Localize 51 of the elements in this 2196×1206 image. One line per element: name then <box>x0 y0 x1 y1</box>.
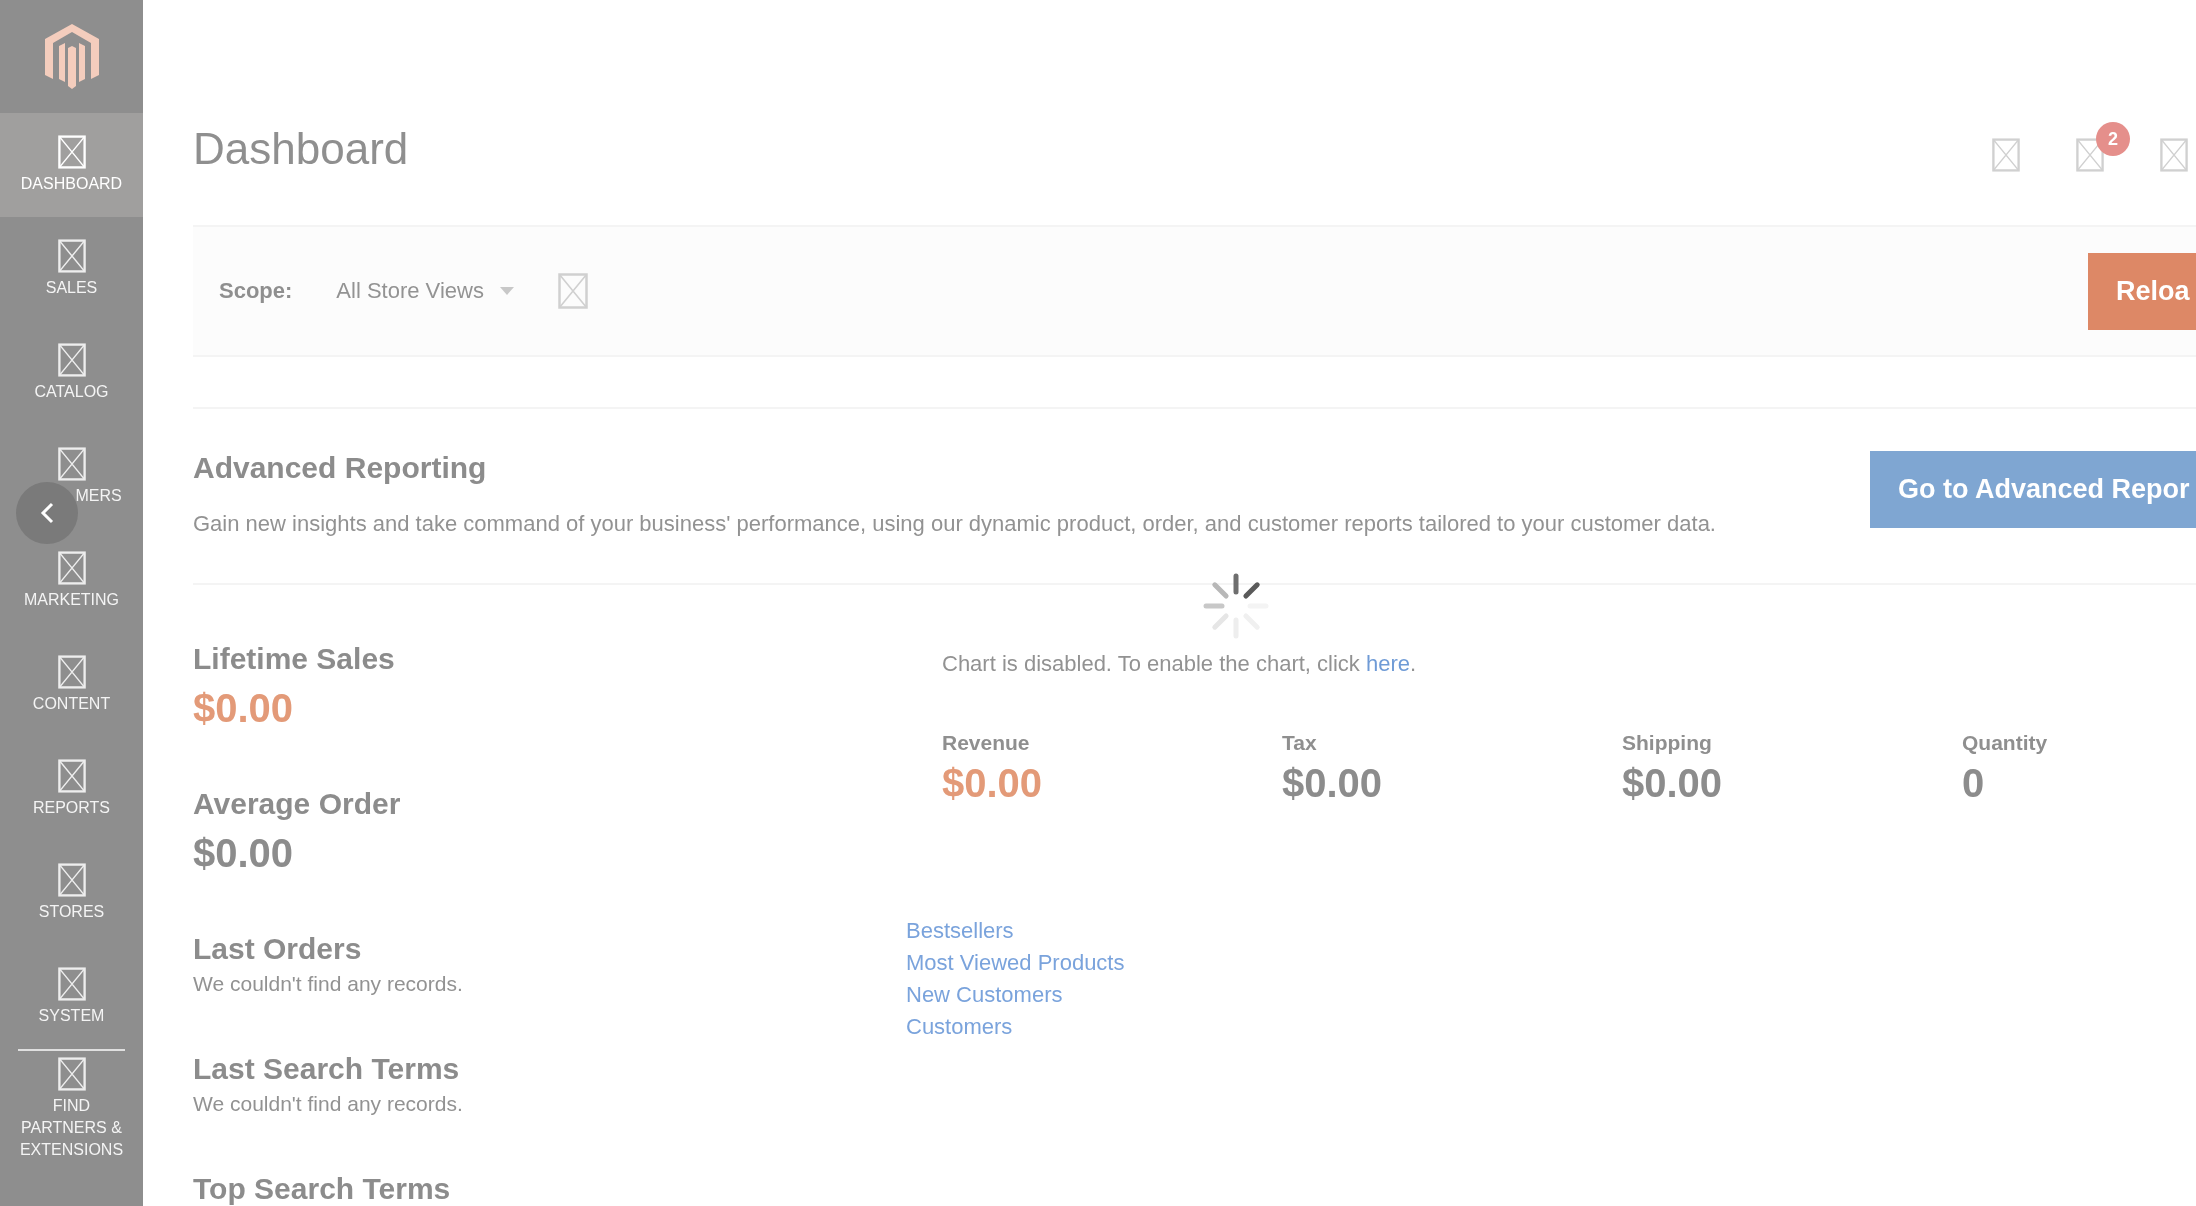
crossed-box-icon <box>57 759 86 793</box>
scope-dropdown[interactable]: All Store Views <box>336 278 514 304</box>
section-title: Advanced Reporting <box>193 451 488 485</box>
page-title: Dashboard <box>193 124 409 174</box>
report-tab[interactable]: New Customers <box>906 982 1063 1008</box>
crossed-box-icon <box>57 1057 86 1091</box>
section-title: Last Orders <box>193 932 362 966</box>
crossed-box-icon <box>57 655 86 689</box>
header-icon-button[interactable] <box>1992 138 2020 172</box>
total-label: Tax <box>1282 731 1317 755</box>
crossed-box-icon <box>57 447 86 481</box>
total-value: $0.00 <box>1622 761 1723 806</box>
caret-icon <box>499 287 514 295</box>
help-icon <box>557 273 588 309</box>
stat-title: Lifetime Sales <box>193 642 395 676</box>
enable-chart-link[interactable]: here <box>1365 651 1410 676</box>
notification-badge: 2 <box>2096 122 2130 156</box>
crossed-box-icon <box>57 343 86 377</box>
nav-item[interactable]: DASHBOARD <box>0 113 143 217</box>
total-label: Quantity <box>1962 731 2048 755</box>
stat-value: $0.00 <box>193 686 294 731</box>
total-value: $0.00 <box>1282 761 1383 806</box>
empty-message: We couldn't find any records. <box>193 1092 463 1116</box>
report-tab[interactable]: Bestsellers <box>906 918 1014 944</box>
total-label: Shipping <box>1622 731 1712 755</box>
notifications-button[interactable]: 2 <box>2076 122 2134 172</box>
section-title: Last Search Terms <box>193 1052 460 1086</box>
total-value: $0.00 <box>942 761 1043 806</box>
report-tab[interactable]: Most Viewed Products <box>906 950 1125 976</box>
header-icon-button[interactable] <box>2160 138 2188 172</box>
section-description: Gain new insights and take command of your business' performance, using our dynamic product, order, and customer reports tailored to your customer data. <box>193 511 1716 537</box>
crossed-box-icon <box>2076 138 2104 172</box>
crossed-box-icon <box>57 967 86 1001</box>
crossed-box-icon <box>57 239 86 273</box>
chart-notice: Chart is disabled. To enable the chart, click here. <box>942 651 1417 677</box>
crossed-box-icon <box>57 863 86 897</box>
total-label: Revenue <box>942 731 1030 755</box>
crossed-box-icon <box>57 551 86 585</box>
section-title: Top Search Terms <box>193 1172 451 1206</box>
report-tab[interactable]: Customers <box>906 1014 1013 1040</box>
stat-title: Average Order <box>193 787 401 821</box>
crossed-box-icon <box>57 135 86 169</box>
advanced-reporting-button[interactable]: Go to Advanced Repor <box>1870 451 2196 528</box>
chevron-left-icon <box>40 502 54 524</box>
reload-button[interactable]: Reloa <box>2088 252 2196 330</box>
empty-message: We couldn't find any records. <box>193 972 463 996</box>
crossed-box-icon <box>2160 138 2188 172</box>
scope-label: Scope: <box>219 278 293 304</box>
crossed-box-icon <box>1992 138 2020 172</box>
stat-value: $0.00 <box>193 831 294 876</box>
total-value: 0 <box>1962 761 1985 806</box>
